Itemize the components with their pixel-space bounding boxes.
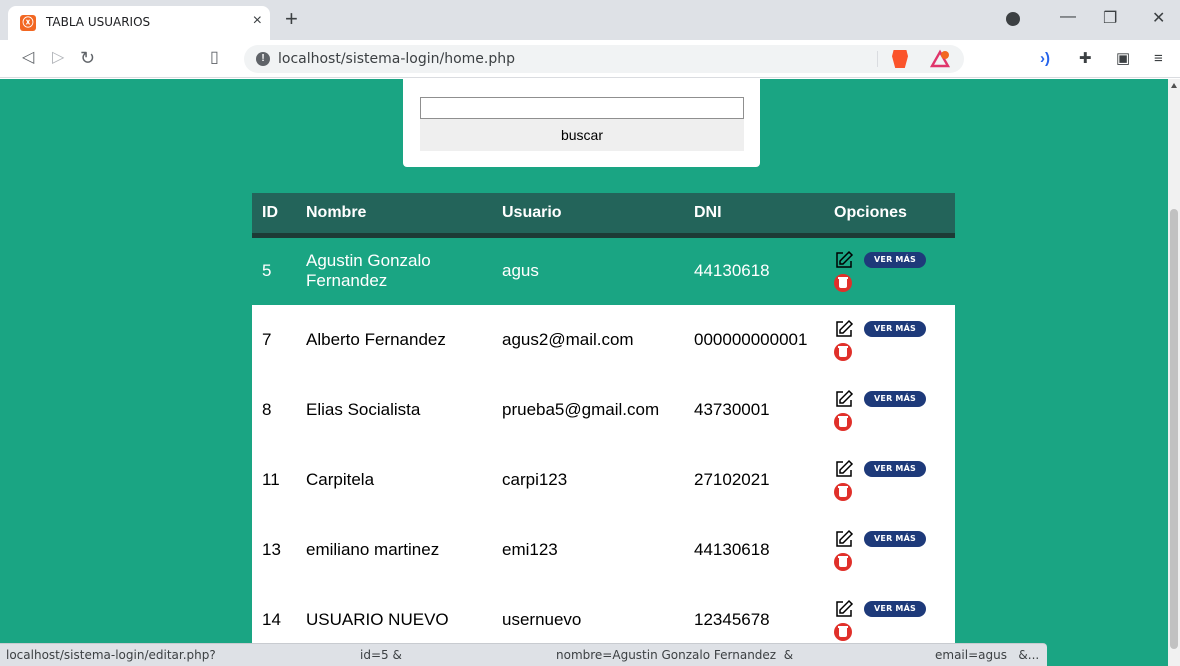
tab-title: TABLA USUARIOS (46, 15, 151, 29)
delete-icon[interactable] (834, 483, 852, 501)
ver-mas-button[interactable]: VER MÁS (864, 461, 926, 477)
site-info-icon[interactable]: ! (256, 52, 270, 66)
cell-opciones: VER MÁS (824, 375, 955, 445)
ver-mas-button[interactable]: VER MÁS (864, 252, 926, 269)
edit-icon[interactable] (834, 529, 854, 549)
ver-mas-button[interactable]: VER MÁS (864, 531, 926, 547)
status-url-part: localhost/sistema-login/editar.php? (6, 648, 216, 662)
url-text[interactable]: localhost/sistema-login/home.php (278, 51, 515, 67)
browser-toolbar: ◁ ▷ ↻ ▯ ! localhost/sistema-login/home.p… (0, 40, 1180, 78)
cell-usuario: agus2@mail.com (502, 330, 634, 349)
cell-nombre: Carpitela (306, 470, 375, 489)
tab-close-icon[interactable]: × (253, 12, 262, 30)
table-header-row: ID Nombre Usuario DNI Opciones (252, 193, 955, 235)
delete-icon[interactable] (834, 274, 852, 293)
cell-id: 7 (262, 330, 272, 349)
cell-nombre: Agustin Gonzalo Fernandez (306, 251, 431, 291)
brave-shields-icon[interactable] (892, 50, 908, 68)
menu-icon[interactable]: ≡ (1154, 50, 1163, 68)
row-actions: VER MÁS (834, 317, 944, 363)
table-row: 8 Elias Socialista prueba5@gmail.com 437… (252, 375, 955, 445)
new-tab-button[interactable]: + (285, 8, 298, 30)
table-row: 5 Agustin Gonzalo Fernandez agus 4413061… (252, 235, 955, 305)
ver-mas-button[interactable]: VER MÁS (864, 601, 926, 617)
delete-icon[interactable] (834, 553, 852, 571)
minimize-icon[interactable]: — (1060, 8, 1076, 26)
table-row: 7 Alberto Fernandez agus2@mail.com 00000… (252, 305, 955, 375)
status-url-part: email=agus &... (935, 648, 1040, 662)
xampp-favicon-icon: ⓧ (20, 15, 36, 31)
row-actions: VER MÁS (834, 597, 944, 643)
cell-dni: 000000000001 (694, 330, 808, 349)
header-opciones: Opciones (834, 203, 907, 221)
status-url-part: nombre=Agustin Gonzalo Fernandez & (556, 648, 794, 662)
header-nombre: Nombre (306, 203, 367, 221)
table-row: 13 emiliano martinez emi123 44130618 VER… (252, 515, 955, 585)
cell-dni: 43730001 (694, 400, 770, 419)
row-actions: VER MÁS (834, 527, 944, 573)
profile-icon[interactable] (1006, 12, 1020, 26)
cell-nombre: emiliano martinez (306, 540, 440, 559)
search-input[interactable] (420, 97, 744, 119)
cell-dni: 44130618 (694, 540, 770, 559)
delete-icon[interactable] (834, 413, 852, 431)
back-icon[interactable]: ◁ (22, 49, 34, 67)
browser-tab-bar: ⓧ TABLA USUARIOS × + — ❐ ✕ (0, 0, 1180, 40)
restore-icon[interactable]: ❐ (1103, 8, 1117, 28)
omnibox-divider (877, 51, 878, 67)
users-table: ID Nombre Usuario DNI Opciones 5 Agustin… (252, 193, 955, 655)
header-id: ID (262, 203, 278, 221)
cell-id: 8 (262, 400, 272, 419)
bookmark-icon[interactable]: ▯ (210, 49, 219, 67)
wallet-icon[interactable]: ▣ (1116, 50, 1130, 68)
search-button[interactable]: buscar (420, 119, 744, 151)
cell-opciones: VER MÁS (824, 515, 955, 585)
browser-tab[interactable]: ⓧ TABLA USUARIOS × (8, 6, 270, 40)
brave-rewards-icon[interactable] (930, 49, 950, 69)
close-window-icon[interactable]: ✕ (1152, 8, 1165, 28)
reload-icon[interactable]: ↻ (80, 49, 95, 67)
cell-dni: 27102021 (694, 470, 770, 489)
scrollbar-thumb[interactable] (1170, 209, 1178, 649)
cell-usuario: emi123 (502, 540, 558, 559)
ver-mas-button[interactable]: VER MÁS (864, 321, 926, 337)
row-actions: VER MÁS (834, 248, 944, 294)
page-content: buscar ID Nombre Usuario DNI Opciones 5 … (0, 79, 1168, 666)
cell-id: 11 (262, 470, 280, 489)
edit-icon[interactable] (834, 599, 854, 619)
cell-dni: 44130618 (694, 261, 770, 281)
cell-opciones: VER MÁS (824, 235, 955, 305)
cell-usuario: agus (502, 261, 539, 281)
row-actions: VER MÁS (834, 387, 944, 433)
scroll-up-icon[interactable] (1171, 83, 1177, 88)
cell-usuario: carpi123 (502, 470, 568, 489)
cell-nombre: Elias Socialista (306, 400, 421, 419)
edit-icon[interactable] (834, 459, 854, 479)
delete-icon[interactable] (834, 623, 852, 641)
ver-mas-button[interactable]: VER MÁS (864, 391, 926, 407)
status-url-part: id=5 & (360, 648, 402, 662)
cell-usuario: prueba5@gmail.com (502, 400, 660, 419)
header-usuario: Usuario (502, 203, 562, 221)
extensions-puzzle-icon[interactable]: ✚ (1079, 50, 1092, 68)
row-actions: VER MÁS (834, 457, 944, 503)
address-bar[interactable]: ! localhost/sistema-login/home.php (244, 45, 964, 73)
speech-extension-icon[interactable]: ›) (1040, 50, 1050, 68)
edit-icon[interactable] (834, 389, 854, 409)
table-row: 11 Carpitela carpi123 27102021 VER MÁS (252, 445, 955, 515)
cell-opciones: VER MÁS (824, 445, 955, 515)
page-scrollbar[interactable] (1168, 79, 1180, 666)
search-card: buscar (403, 79, 760, 167)
edit-icon[interactable] (834, 319, 854, 339)
edit-icon[interactable] (834, 250, 854, 270)
cell-id: 5 (262, 261, 272, 281)
cell-opciones: VER MÁS (824, 305, 955, 375)
header-dni: DNI (694, 203, 722, 221)
cell-nombre: Alberto Fernandez (306, 330, 446, 349)
delete-icon[interactable] (834, 343, 852, 361)
cell-id: 13 (262, 540, 281, 559)
link-status-bar: localhost/sistema-login/editar.php? id=5… (0, 643, 1047, 666)
forward-icon[interactable]: ▷ (52, 49, 64, 67)
